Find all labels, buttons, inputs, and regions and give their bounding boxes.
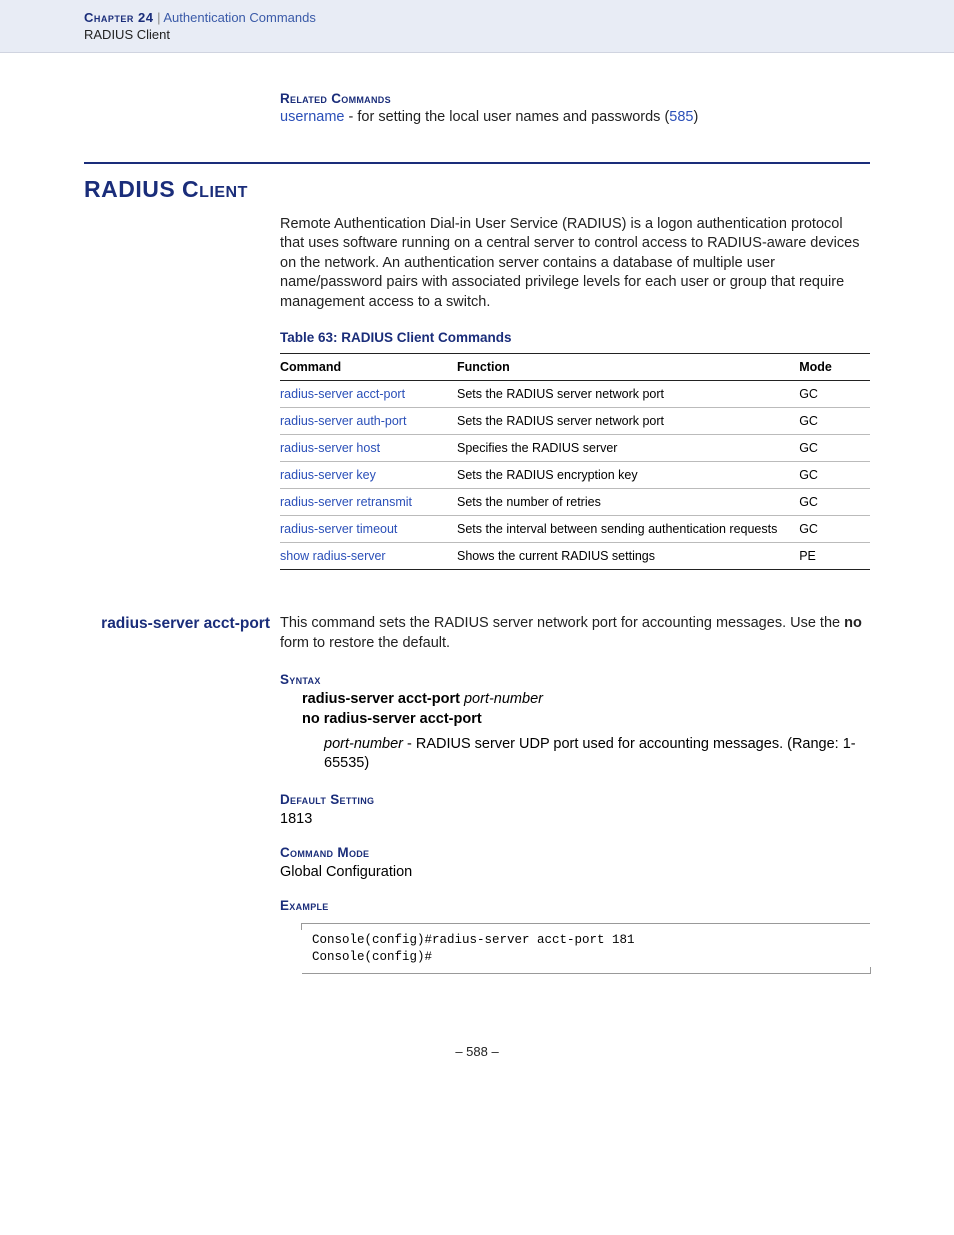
command-function: Specifies the RADIUS server xyxy=(457,435,799,462)
chapter-title: Authentication Commands xyxy=(163,10,315,25)
syntax-cmd-2: no radius-server acct-port xyxy=(302,711,482,727)
command-link[interactable]: radius-server auth-port xyxy=(280,408,457,435)
th-mode: Mode xyxy=(799,354,870,381)
chapter-line: Chapter 24 | Authentication Commands xyxy=(84,10,954,25)
command-mode: GC xyxy=(799,381,870,408)
table-row: radius-server timeoutSets the interval b… xyxy=(280,516,870,543)
table-row: show radius-serverShows the current RADI… xyxy=(280,543,870,570)
command-function: Sets the number of retries xyxy=(457,489,799,516)
table-row: radius-server retransmitSets the number … xyxy=(280,489,870,516)
command-function: Sets the RADIUS server network port xyxy=(457,408,799,435)
cmd-desc-bold: no xyxy=(844,615,862,631)
syntax-heading: Syntax xyxy=(280,672,870,687)
command-mode: GC xyxy=(799,516,870,543)
command-description: This command sets the RADIUS server netw… xyxy=(280,614,870,653)
command-mode-value: Global Configuration xyxy=(280,864,870,880)
table-caption: Table 63: RADIUS Client Commands xyxy=(280,330,870,345)
chapter-label: Chapter 24 xyxy=(84,10,153,25)
param-arg: port-number xyxy=(324,736,403,752)
command-mode: GC xyxy=(799,408,870,435)
command-name-label: radius-server acct-port xyxy=(84,614,280,634)
section-divider xyxy=(84,162,870,164)
username-link[interactable]: username xyxy=(280,109,344,125)
syntax-arg-1: port-number xyxy=(464,691,543,707)
table-row: radius-server acct-portSets the RADIUS s… xyxy=(280,381,870,408)
chapter-separator: | xyxy=(157,10,160,25)
example-heading: Example xyxy=(280,898,870,913)
command-link[interactable]: radius-server timeout xyxy=(280,516,457,543)
table-row: radius-server hostSpecifies the RADIUS s… xyxy=(280,435,870,462)
param-text: - RADIUS server UDP port used for accoun… xyxy=(324,736,856,772)
command-mode: GC xyxy=(799,489,870,516)
default-setting-value: 1813 xyxy=(280,811,870,827)
command-function: Sets the interval between sending authen… xyxy=(457,516,799,543)
related-commands-heading: Related Commands xyxy=(280,91,870,106)
related-text-end: ) xyxy=(693,109,698,125)
header-section: RADIUS Client xyxy=(84,27,954,42)
related-commands-text: username - for setting the local user na… xyxy=(280,108,870,128)
table-row: radius-server keySets the RADIUS encrypt… xyxy=(280,462,870,489)
command-mode: GC xyxy=(799,462,870,489)
th-command: Command xyxy=(280,354,457,381)
command-link[interactable]: radius-server retransmit xyxy=(280,489,457,516)
cmd-desc-suffix: form to restore the default. xyxy=(280,635,450,651)
command-function: Sets the RADIUS server network port xyxy=(457,381,799,408)
th-function: Function xyxy=(457,354,799,381)
page-ref-link[interactable]: 585 xyxy=(669,109,693,125)
page-header: Chapter 24 | Authentication Commands RAD… xyxy=(0,0,954,53)
cmd-desc-prefix: This command sets the RADIUS server netw… xyxy=(280,615,844,631)
param-description: port-number - RADIUS server UDP port use… xyxy=(324,735,870,774)
syntax-line-1: radius-server acct-port port-number xyxy=(302,691,870,707)
command-link[interactable]: show radius-server xyxy=(280,543,457,570)
command-function: Shows the current RADIUS settings xyxy=(457,543,799,570)
section-title: RADIUS Client xyxy=(84,176,870,203)
default-setting-heading: Default Setting xyxy=(280,792,870,807)
syntax-cmd-1: radius-server acct-port xyxy=(302,691,460,707)
related-text-mid: - for setting the local user names and p… xyxy=(344,109,669,125)
syntax-line-2: no radius-server acct-port xyxy=(302,711,870,727)
command-function: Sets the RADIUS encryption key xyxy=(457,462,799,489)
command-mode: GC xyxy=(799,435,870,462)
section-intro: Remote Authentication Dial-in User Servi… xyxy=(280,215,870,313)
page-number: – 588 – xyxy=(84,1044,870,1059)
command-link[interactable]: radius-server acct-port xyxy=(280,381,457,408)
command-link[interactable]: radius-server host xyxy=(280,435,457,462)
table-row: radius-server auth-portSets the RADIUS s… xyxy=(280,408,870,435)
commands-table: Command Function Mode radius-server acct… xyxy=(280,353,870,570)
example-code: Console(config)#radius-server acct-port … xyxy=(302,923,870,975)
command-mode: PE xyxy=(799,543,870,570)
command-link[interactable]: radius-server key xyxy=(280,462,457,489)
command-mode-heading: Command Mode xyxy=(280,845,870,860)
